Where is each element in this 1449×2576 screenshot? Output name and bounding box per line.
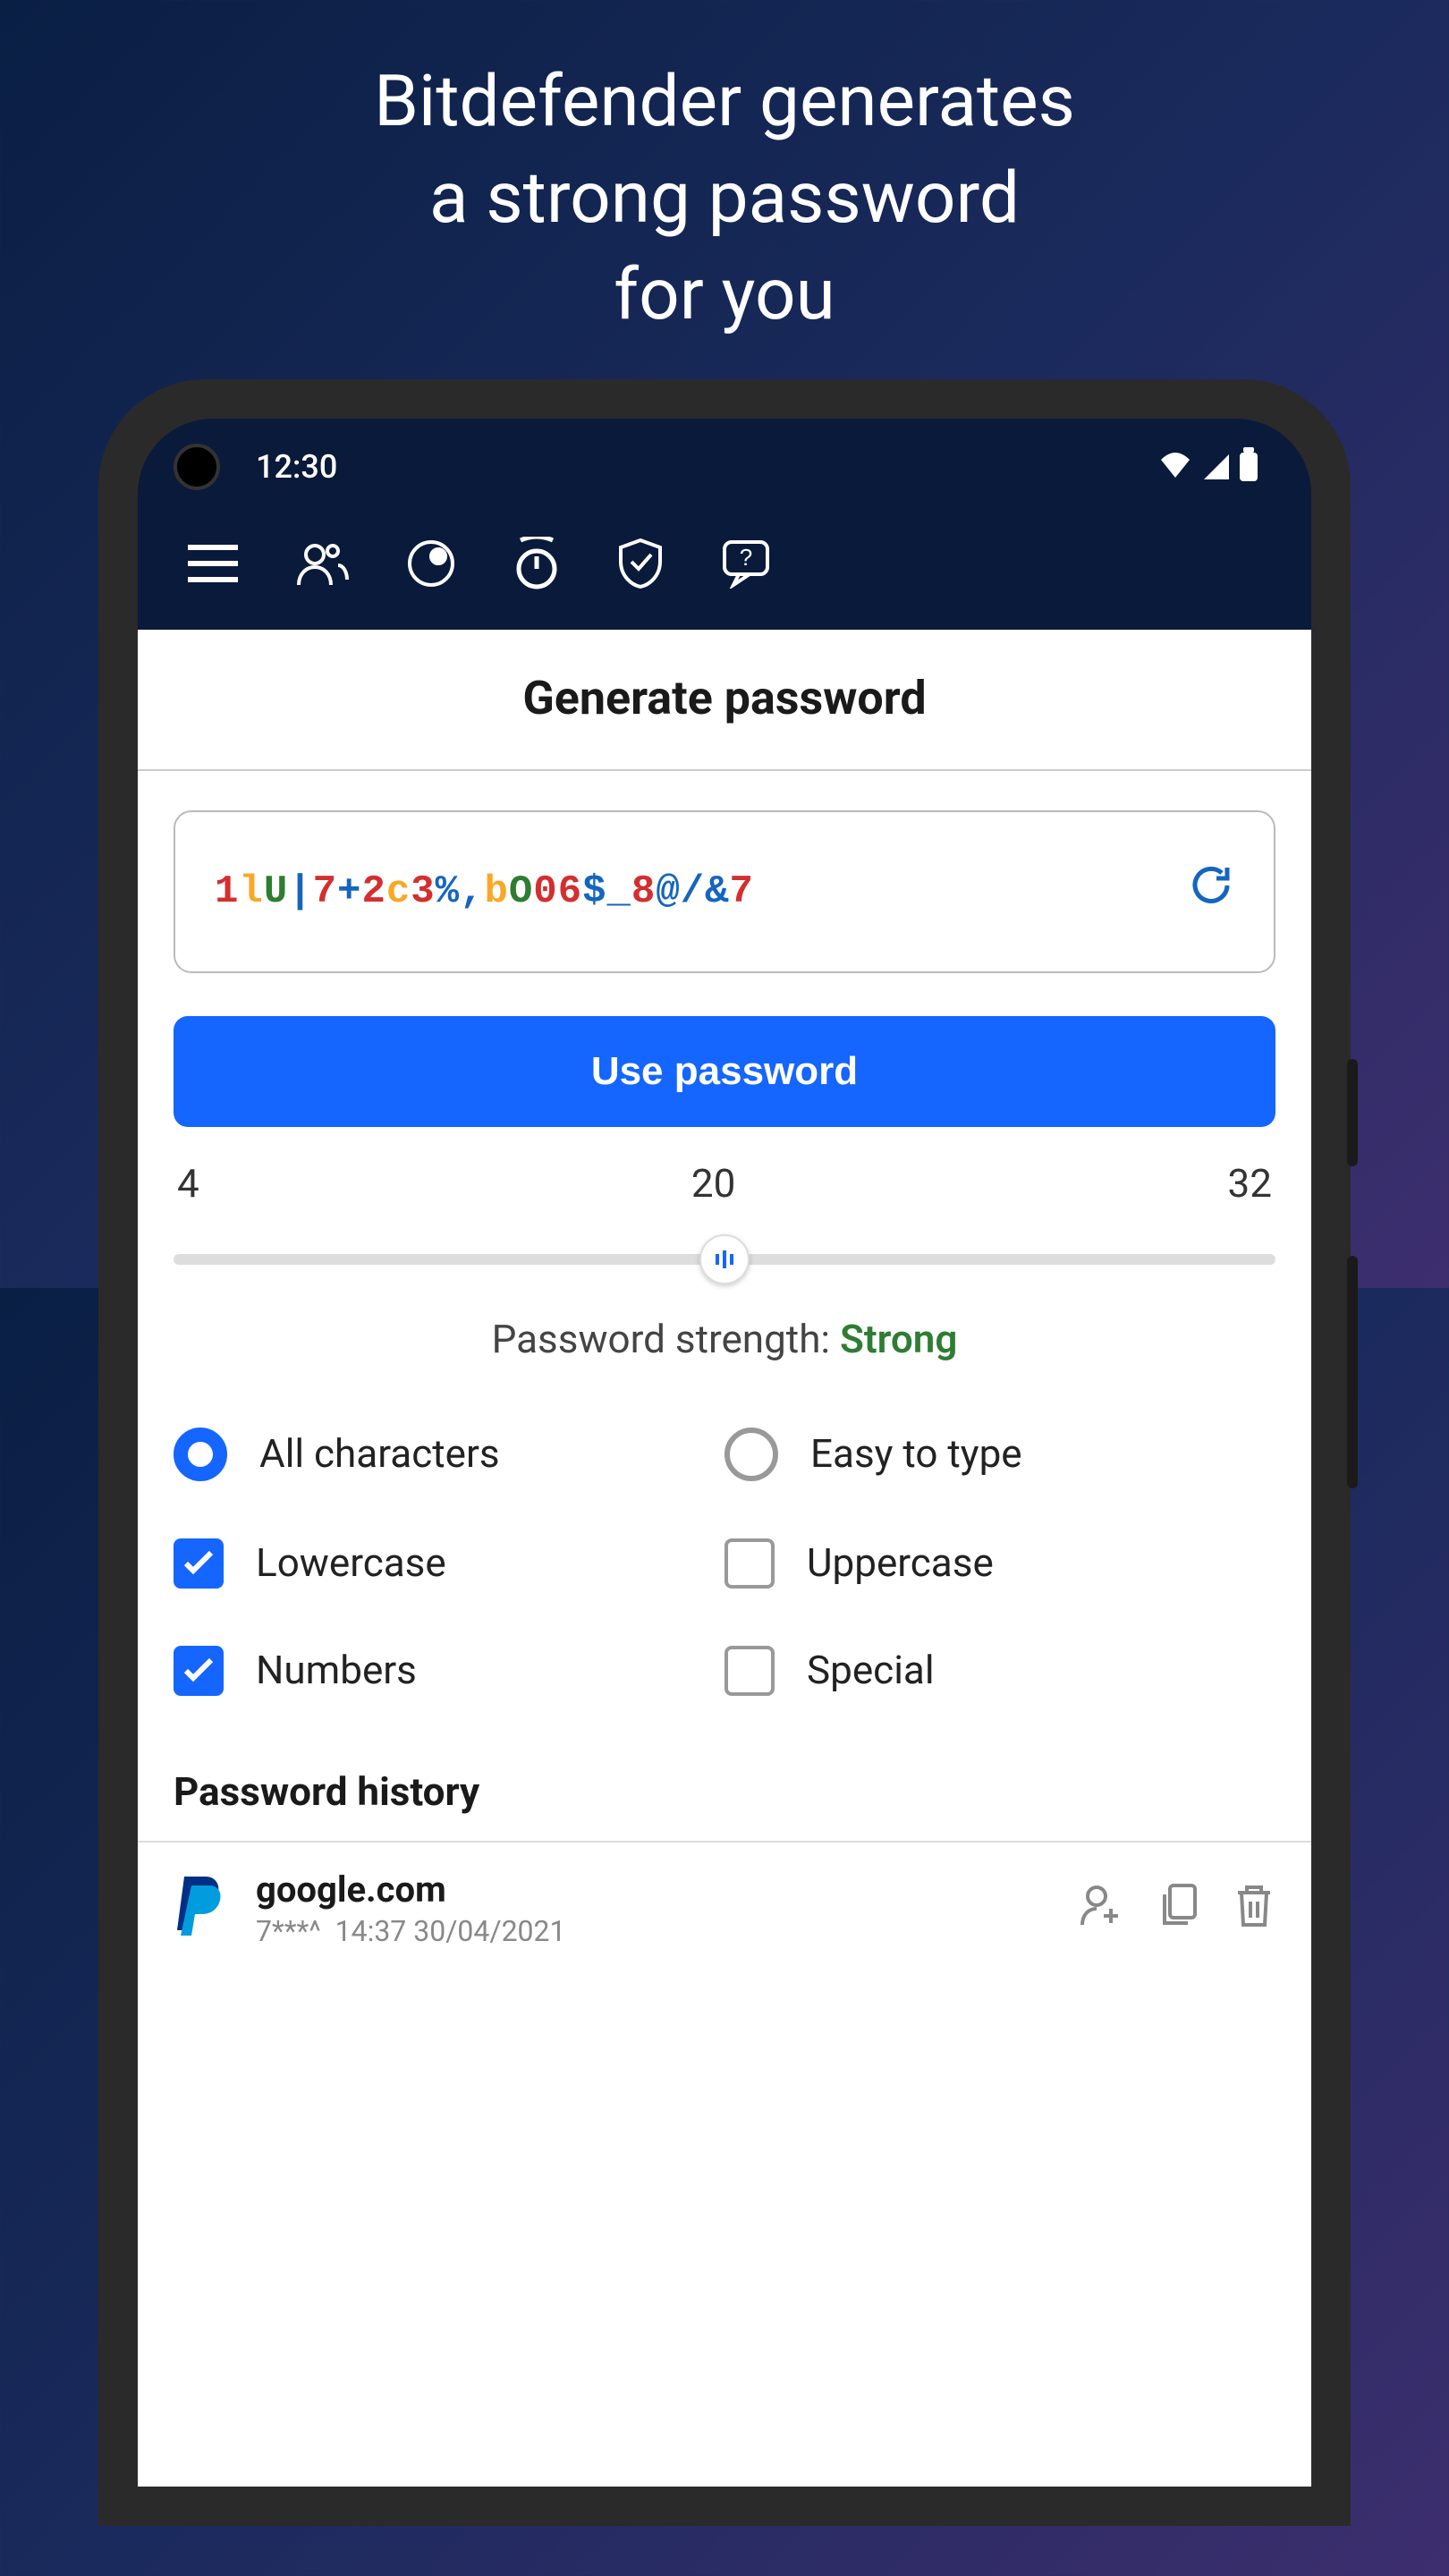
radio-selected-icon xyxy=(174,1428,227,1481)
option-numbers[interactable]: Numbers xyxy=(174,1646,724,1696)
regenerate-icon[interactable] xyxy=(1188,862,1234,921)
copy-icon[interactable] xyxy=(1157,1881,1200,1935)
battery-icon xyxy=(1240,453,1258,481)
status-time: 12:30 xyxy=(256,448,337,486)
option-special[interactable]: Special xyxy=(724,1646,1275,1696)
option-label: Special xyxy=(807,1648,935,1693)
svg-text:?: ? xyxy=(740,544,752,571)
checkbox-unchecked-icon xyxy=(724,1646,775,1696)
people-icon[interactable] xyxy=(295,540,349,587)
option-lowercase[interactable]: Lowercase xyxy=(174,1538,724,1589)
option-label: Lowercase xyxy=(256,1541,446,1586)
strength-value: Strong xyxy=(840,1318,957,1363)
slider-min: 4 xyxy=(177,1163,199,1208)
history-item[interactable]: google.com 7***^ 14:37 30/04/2021 xyxy=(174,1843,1275,1948)
promo-headline: Bitdefender generates a strong password … xyxy=(374,54,1075,343)
password-strength: Password strength: Strong xyxy=(174,1318,1275,1363)
nav-bar: ? xyxy=(138,508,1311,630)
slider-thumb[interactable] xyxy=(699,1234,750,1284)
paypal-logo-icon xyxy=(174,1872,227,1944)
status-bar: 12:30 xyxy=(138,419,1311,508)
globe-icon[interactable] xyxy=(406,538,456,589)
generated-password-box: 1lU|7+2c3%,bO06$_8@/&7 xyxy=(174,810,1275,973)
option-all-characters[interactable]: All characters xyxy=(174,1428,724,1481)
phone-frame: 12:30 xyxy=(98,379,1351,2526)
option-label: Uppercase xyxy=(807,1541,994,1586)
checkbox-checked-icon xyxy=(174,1538,224,1589)
shield-check-icon[interactable] xyxy=(617,537,664,590)
phone-side-button xyxy=(1347,1059,1358,1166)
option-label: Easy to type xyxy=(810,1432,1022,1477)
slider-mid: 20 xyxy=(691,1163,735,1208)
history-meta: 7***^ 14:37 30/04/2021 xyxy=(256,1914,1050,1948)
history-domain: google.com xyxy=(256,1868,1050,1911)
checkbox-unchecked-icon xyxy=(724,1538,775,1589)
use-password-button[interactable]: Use password xyxy=(174,1016,1275,1127)
option-label: Numbers xyxy=(256,1648,417,1693)
slider-labels: 4 20 32 xyxy=(174,1163,1275,1208)
hamburger-menu-icon[interactable] xyxy=(188,544,238,583)
generated-password-text: 1lU|7+2c3%,bO06$_8@/&7 xyxy=(215,869,754,914)
option-uppercase[interactable]: Uppercase xyxy=(724,1538,1275,1589)
power-icon[interactable] xyxy=(513,537,560,590)
option-label: All characters xyxy=(259,1432,500,1477)
page-title: Generate password xyxy=(138,630,1311,771)
radio-unselected-icon xyxy=(724,1428,778,1481)
signal-icon xyxy=(1204,454,1229,479)
wifi-icon xyxy=(1157,449,1193,485)
slider-max: 32 xyxy=(1228,1163,1272,1208)
password-history-title: Password history xyxy=(174,1771,1275,1816)
option-easy-to-type[interactable]: Easy to type xyxy=(724,1428,1275,1481)
help-chat-icon[interactable]: ? xyxy=(721,538,771,589)
add-user-icon[interactable] xyxy=(1079,1881,1125,1935)
phone-side-button xyxy=(1347,1256,1358,1488)
trash-icon[interactable] xyxy=(1233,1881,1275,1935)
camera-cutout xyxy=(174,444,220,490)
checkbox-checked-icon xyxy=(174,1646,224,1696)
length-slider[interactable] xyxy=(174,1254,1275,1265)
